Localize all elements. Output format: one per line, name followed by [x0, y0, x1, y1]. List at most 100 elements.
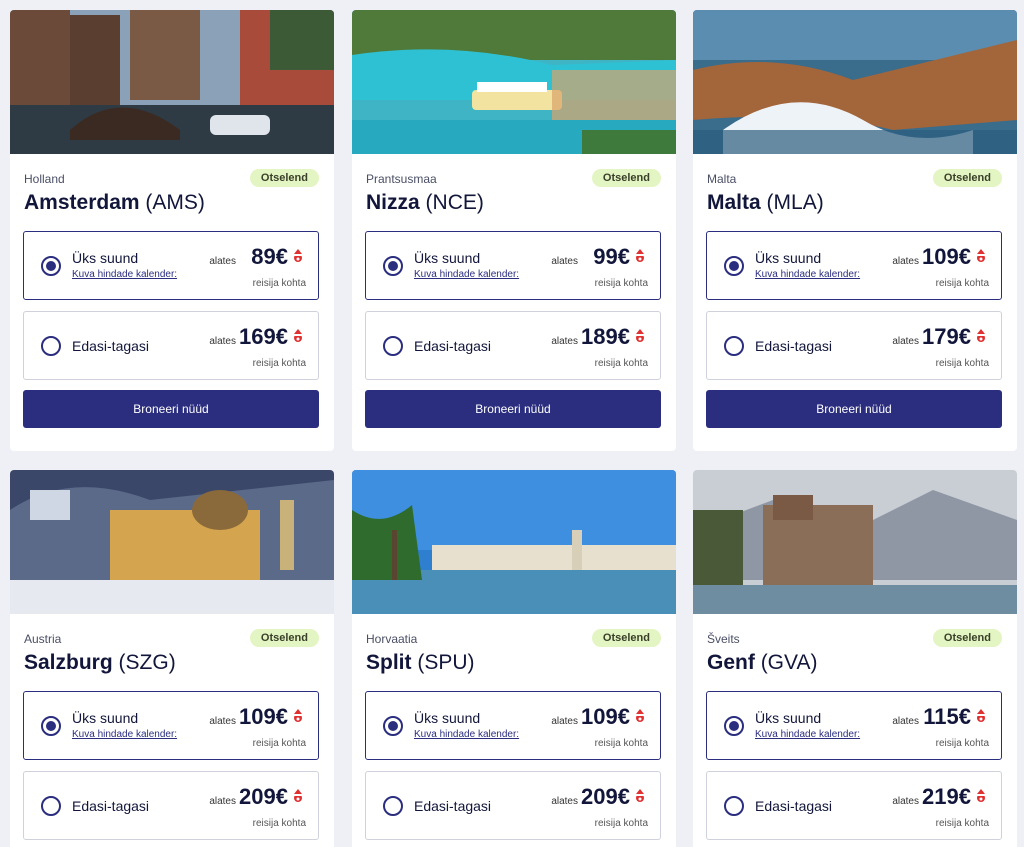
- from-label: alates: [209, 796, 236, 807]
- one-way-option[interactable]: Üks suund Kuva hindade kalender: alates …: [365, 231, 661, 300]
- country-label: Austria: [24, 632, 62, 646]
- santa-hat-icon: [977, 789, 985, 802]
- country-label: Prantsusmaa: [366, 172, 437, 186]
- santa-hat-icon: [294, 249, 302, 262]
- round-trip-option[interactable]: Edasi-tagasi alates 189€ reisija kohta: [365, 311, 661, 380]
- destination-card-amsterdam: Holland Otselend Amsterdam (AMS) Üks suu…: [10, 10, 334, 451]
- price-value: 179€: [922, 324, 971, 349]
- santa-hat-icon: [977, 329, 985, 342]
- direct-flight-badge: Otselend: [932, 169, 1002, 187]
- radio-selected-icon[interactable]: [41, 716, 61, 736]
- round-trip-option[interactable]: Edasi-tagasi alates 179€ reisija kohta: [706, 311, 1002, 380]
- santa-hat-icon: [636, 329, 644, 342]
- per-passenger-label: reisija kohta: [594, 358, 648, 369]
- airport-code: (MLA): [766, 191, 824, 214]
- radio-unselected-icon[interactable]: [383, 796, 403, 816]
- price-value: 189€: [581, 324, 630, 349]
- per-passenger-label: reisija kohta: [252, 818, 306, 829]
- price-value: 109€: [922, 244, 971, 269]
- price-calendar-link[interactable]: Kuva hindade kalender:: [755, 729, 860, 740]
- per-passenger-label: reisija kohta: [252, 358, 306, 369]
- price-value: 219€: [922, 784, 971, 809]
- destination-card-salzburg: Austria Otselend Salzburg (SZG) Üks suun…: [10, 470, 334, 847]
- price-value: 99€: [593, 244, 630, 269]
- radio-selected-icon[interactable]: [724, 716, 744, 736]
- from-label: alates: [551, 796, 578, 807]
- one-way-option[interactable]: Üks suund Kuva hindade kalender: alates …: [706, 231, 1002, 300]
- one-way-label: Üks suund: [72, 710, 139, 726]
- per-passenger-label: reisija kohta: [935, 738, 989, 749]
- price-calendar-link[interactable]: Kuva hindade kalender:: [755, 269, 860, 280]
- from-label: alates: [892, 256, 919, 267]
- airport-code: (SZG): [118, 651, 176, 674]
- direct-flight-badge: Otselend: [591, 629, 661, 647]
- per-passenger-label: reisija kohta: [594, 278, 648, 289]
- price-value: 115€: [923, 704, 971, 729]
- price-calendar-link[interactable]: Kuva hindade kalender:: [414, 269, 519, 280]
- per-passenger-label: reisija kohta: [252, 738, 306, 749]
- radio-unselected-icon[interactable]: [724, 336, 744, 356]
- round-trip-label: Edasi-tagasi: [72, 338, 150, 354]
- round-trip-label: Edasi-tagasi: [414, 798, 492, 814]
- round-trip-option[interactable]: Edasi-tagasi alates 219€ reisija kohta: [706, 771, 1002, 840]
- radio-unselected-icon[interactable]: [383, 336, 403, 356]
- radio-selected-icon[interactable]: [383, 716, 403, 736]
- price-value: 109€: [581, 704, 630, 729]
- one-way-label: Üks suund: [755, 710, 822, 726]
- direct-flight-badge: Otselend: [932, 629, 1002, 647]
- per-passenger-label: reisija kohta: [252, 278, 306, 289]
- from-label: alates: [209, 336, 236, 347]
- book-now-button[interactable]: Broneeri nüüd: [23, 390, 319, 428]
- radio-unselected-icon[interactable]: [724, 796, 744, 816]
- destination-photo: [352, 10, 676, 154]
- radio-unselected-icon[interactable]: [41, 336, 61, 356]
- price-value: 209€: [239, 784, 288, 809]
- price-value: 89€: [251, 244, 288, 269]
- santa-hat-icon: [294, 709, 302, 722]
- destination-title: Split (SPU): [366, 651, 475, 675]
- round-trip-option[interactable]: Edasi-tagasi alates 209€ reisija kohta: [365, 771, 661, 840]
- one-way-label: Üks suund: [414, 250, 481, 266]
- from-label: alates: [892, 716, 919, 727]
- destination-card-nizza: Prantsusmaa Otselend Nizza (NCE) Üks suu…: [352, 10, 676, 451]
- round-trip-option[interactable]: Edasi-tagasi alates 209€ reisija kohta: [23, 771, 319, 840]
- city-name: Malta: [707, 191, 761, 214]
- radio-selected-icon[interactable]: [383, 256, 403, 276]
- destination-photo: [693, 470, 1017, 614]
- one-way-option[interactable]: Üks suund Kuva hindade kalender: alates …: [706, 691, 1002, 760]
- round-trip-option[interactable]: Edasi-tagasi alates 169€ reisija kohta: [23, 311, 319, 380]
- country-label: Horvaatia: [366, 632, 418, 646]
- book-now-button[interactable]: Broneeri nüüd: [365, 390, 661, 428]
- one-way-label: Üks suund: [755, 250, 822, 266]
- price-calendar-link[interactable]: Kuva hindade kalender:: [414, 729, 519, 740]
- one-way-option[interactable]: Üks suund Kuva hindade kalender: alates …: [365, 691, 661, 760]
- santa-hat-icon: [636, 249, 644, 262]
- destination-photo: [352, 470, 676, 614]
- santa-hat-icon: [636, 709, 644, 722]
- airport-code: (NCE): [425, 191, 484, 214]
- direct-flight-badge: Otselend: [249, 169, 319, 187]
- price-calendar-link[interactable]: Kuva hindade kalender:: [72, 729, 177, 740]
- price-value: 169€: [239, 324, 288, 349]
- book-now-button[interactable]: Broneeri nüüd: [706, 390, 1002, 428]
- round-trip-label: Edasi-tagasi: [755, 338, 833, 354]
- destination-photo: [10, 470, 334, 614]
- radio-selected-icon[interactable]: [41, 256, 61, 276]
- airport-code: (AMS): [145, 191, 205, 214]
- price-calendar-link[interactable]: Kuva hindade kalender:: [72, 269, 177, 280]
- santa-hat-icon: [977, 249, 985, 262]
- one-way-option[interactable]: Üks suund Kuva hindade kalender: alates …: [23, 691, 319, 760]
- radio-selected-icon[interactable]: [724, 256, 744, 276]
- round-trip-label: Edasi-tagasi: [755, 798, 833, 814]
- radio-unselected-icon[interactable]: [41, 796, 61, 816]
- per-passenger-label: reisija kohta: [594, 818, 648, 829]
- round-trip-label: Edasi-tagasi: [414, 338, 492, 354]
- one-way-option[interactable]: Üks suund Kuva hindade kalender: alates …: [23, 231, 319, 300]
- from-label: alates: [892, 796, 919, 807]
- santa-hat-icon: [636, 789, 644, 802]
- destination-card-genf: Šveits Otselend Genf (GVA) Üks suund Kuv…: [693, 470, 1017, 847]
- country-label: Malta: [707, 172, 737, 186]
- from-label: alates: [551, 256, 578, 267]
- per-passenger-label: reisija kohta: [935, 358, 989, 369]
- destination-title: Nizza (NCE): [366, 191, 484, 215]
